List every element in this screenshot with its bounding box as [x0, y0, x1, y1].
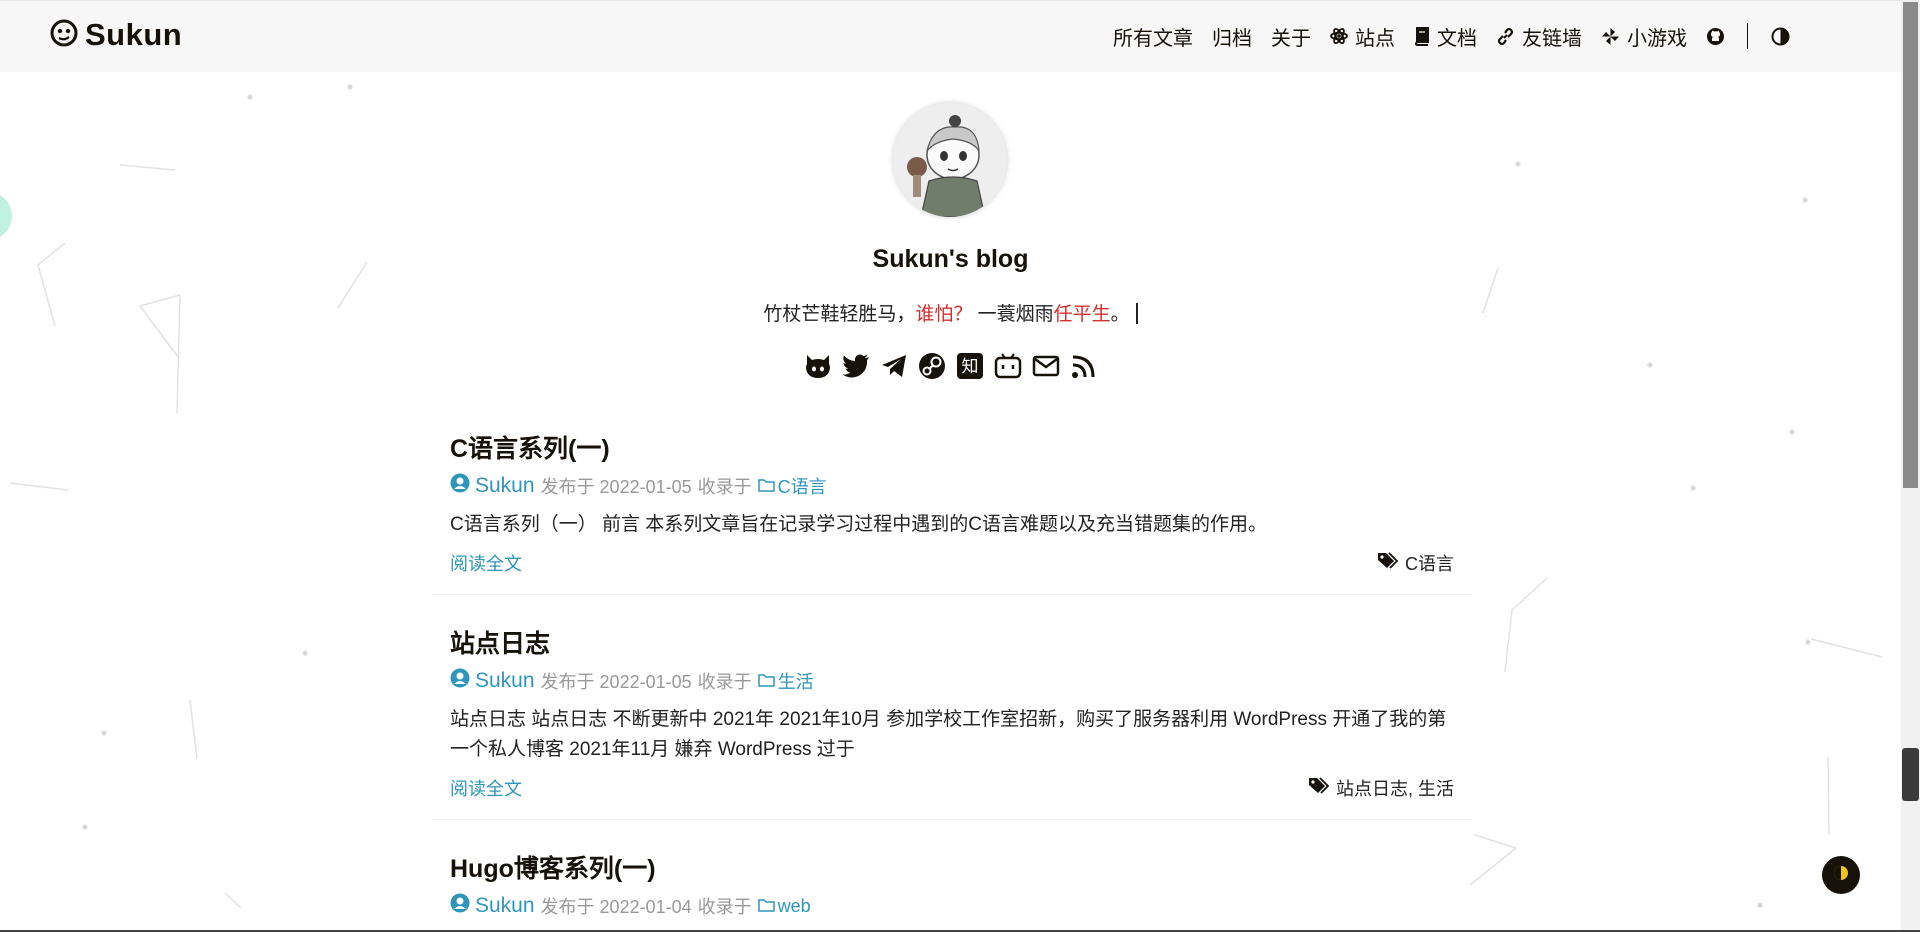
- atom-icon: [1330, 27, 1348, 45]
- theme-toggle[interactable]: [1771, 27, 1790, 46]
- post-author[interactable]: Sukun: [450, 668, 535, 694]
- nav-friends-label: 友链墙: [1522, 27, 1582, 50]
- floating-theme-button[interactable]: [1822, 856, 1860, 894]
- mail-icon[interactable]: [1031, 351, 1061, 381]
- user-circle-icon: [450, 668, 470, 694]
- tags-icon: [1377, 551, 1399, 575]
- post-author-name: Sukun: [475, 474, 535, 497]
- nav-archive[interactable]: 归档: [1212, 22, 1252, 51]
- post-category[interactable]: web: [757, 895, 811, 917]
- post-title[interactable]: C语言系列(一): [450, 429, 610, 465]
- site-subtitle: 竹杖芒鞋轻胜马，谁怕？ 一蓑烟雨任平生。: [0, 299, 1901, 326]
- post-category-name: C语言: [777, 477, 827, 497]
- typing-cursor: [1135, 303, 1138, 324]
- subtitle-part4: 任平生: [1053, 304, 1111, 325]
- post-tags: C语言: [1377, 550, 1454, 576]
- post-title[interactable]: Hugo博客系列(一): [450, 849, 656, 885]
- nav-games-label: 小游戏: [1627, 27, 1687, 50]
- tags-icon: [1308, 776, 1330, 800]
- contrast-icon: [1771, 27, 1790, 46]
- post-meta: Sukun 发布于 2022-01-04 收录于 web: [450, 893, 811, 919]
- scrollbar-thumb[interactable]: [1903, 2, 1918, 488]
- nav-divider: [1747, 23, 1748, 49]
- post-collected-label: 收录于: [697, 897, 752, 917]
- main-nav: 所有文章 归档 关于 站点 文档 友链墙 小游戏: [1094, 21, 1790, 51]
- user-circle-icon: [450, 473, 470, 499]
- zhihu-icon[interactable]: 知: [955, 351, 985, 381]
- folder-icon: [757, 476, 775, 497]
- post-date: 发布于 2022-01-04: [540, 897, 692, 917]
- top-navbar: Sukun 所有文章 归档 关于 站点 文档 友链墙 小游戏: [0, 0, 1920, 72]
- logo-icon: [49, 18, 79, 53]
- post-card: 站点日志 Sukun 发布于 2022-01-05 收录于 生活 站点日志 站点…: [432, 608, 1472, 820]
- post-summary: C语言系列（一） 前言 本系列文章旨在记录学习过程中遇到的C语言难题以及充当错题…: [450, 514, 1268, 535]
- nav-docs[interactable]: 文档: [1414, 22, 1477, 51]
- nav-all-posts[interactable]: 所有文章: [1113, 22, 1193, 51]
- post-category[interactable]: C语言: [757, 473, 827, 499]
- folder-icon: [757, 671, 775, 692]
- post-card: C语言系列(一) Sukun 发布于 2022-01-05 收录于 C语言 C语…: [432, 413, 1472, 595]
- folder-icon: [757, 896, 775, 917]
- avatar[interactable]: [893, 103, 1007, 217]
- post-author-name: Sukun: [475, 669, 535, 692]
- post-author[interactable]: Sukun: [450, 473, 535, 499]
- nav-games[interactable]: 小游戏: [1601, 22, 1687, 51]
- nav-about[interactable]: 关于: [1271, 22, 1311, 51]
- half-moon-icon: [1831, 863, 1851, 888]
- post-author-name: Sukun: [475, 894, 535, 917]
- post-tag-list[interactable]: 站点日志, 生活: [1336, 775, 1454, 801]
- logo-text: Sukun: [85, 17, 183, 52]
- social-links: 知: [0, 351, 1901, 381]
- nav-archive-label: 归档: [1212, 27, 1252, 50]
- side-widget[interactable]: [1902, 748, 1919, 801]
- github-icon: [1706, 27, 1725, 46]
- avatar-image: [893, 103, 1007, 217]
- site-logo[interactable]: Sukun: [49, 17, 182, 53]
- svg-text:知: 知: [961, 357, 978, 377]
- subtitle-part3: 一蓑烟雨: [972, 304, 1054, 325]
- pinwheel-icon: [1601, 27, 1620, 46]
- nav-sites-label: 站点: [1355, 27, 1395, 50]
- nav-docs-label: 文档: [1437, 27, 1477, 50]
- post-collected-label: 收录于: [697, 672, 752, 692]
- post-tags: 站点日志, 生活: [1308, 775, 1454, 801]
- post-title[interactable]: 站点日志: [450, 624, 550, 660]
- subtitle-part5: 。: [1110, 304, 1130, 325]
- read-more-link[interactable]: 阅读全文: [450, 550, 522, 576]
- post-category-name: web: [777, 895, 811, 916]
- site-title: Sukun's blog: [872, 245, 1029, 273]
- nav-all-posts-label: 所有文章: [1113, 27, 1193, 50]
- post-author[interactable]: Sukun: [450, 893, 535, 919]
- post-meta: Sukun 发布于 2022-01-05 收录于 C语言: [450, 473, 827, 499]
- github-link[interactable]: [1706, 27, 1725, 46]
- book-icon: [1414, 26, 1430, 46]
- post-summary: 站点日志 站点日志 不断更新中 2021年 2021年10月 参加学校工作室招新…: [450, 709, 1447, 760]
- post-tag-list[interactable]: C语言: [1405, 550, 1454, 576]
- post-collected-label: 收录于: [697, 477, 752, 497]
- steam-icon[interactable]: [917, 351, 947, 381]
- link-icon: [1496, 27, 1515, 46]
- rss-icon[interactable]: [1069, 351, 1099, 381]
- post-category[interactable]: 生活: [757, 668, 814, 694]
- post-meta: Sukun 发布于 2022-01-05 收录于 生活: [450, 668, 814, 694]
- subtitle-part1: 竹杖芒鞋轻胜马，: [763, 304, 916, 325]
- bilibili-icon[interactable]: [993, 351, 1023, 381]
- post-date: 发布于 2022-01-05: [540, 477, 692, 497]
- github-icon[interactable]: [803, 351, 833, 381]
- nav-sites[interactable]: 站点: [1330, 22, 1395, 51]
- telegram-icon[interactable]: [879, 351, 909, 381]
- user-circle-icon: [450, 893, 470, 919]
- post-card: Hugo博客系列(一) Sukun 发布于 2022-01-04 收录于 web: [432, 833, 1472, 933]
- subtitle-part2: 谁怕？: [915, 304, 973, 325]
- post-category-name: 生活: [777, 672, 814, 692]
- nav-about-label: 关于: [1271, 27, 1311, 50]
- read-more-link[interactable]: 阅读全文: [450, 775, 522, 801]
- post-date: 发布于 2022-01-05: [540, 672, 692, 692]
- twitter-icon[interactable]: [841, 351, 871, 381]
- nav-friends[interactable]: 友链墙: [1496, 22, 1582, 51]
